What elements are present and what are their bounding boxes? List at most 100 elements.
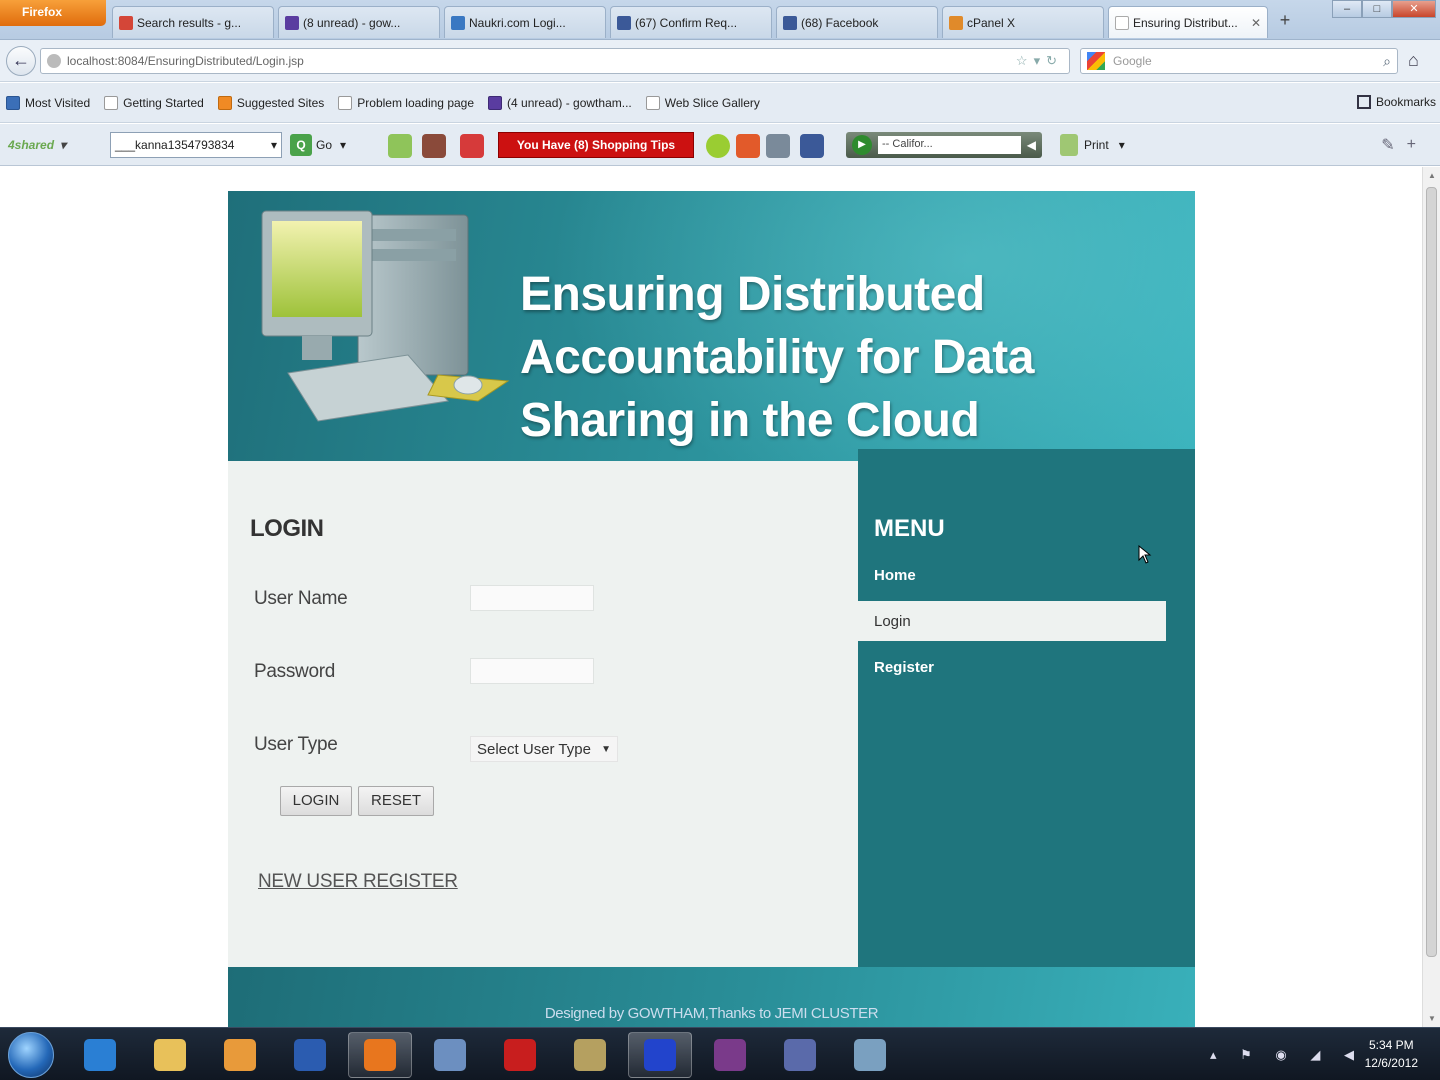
tab-mail[interactable]: (8 unread) - gow... xyxy=(278,6,440,38)
scroll-down-icon[interactable]: ▼ xyxy=(1423,1014,1440,1023)
bookmark-label: Most Visited xyxy=(25,95,91,110)
username-label: User Name xyxy=(254,588,348,609)
volume-icon[interactable]: ◀ xyxy=(1027,138,1036,152)
wrench-icon[interactable]: ✎ xyxy=(1381,135,1406,155)
bookmark-suggested-sites[interactable]: Suggested Sites xyxy=(217,95,324,110)
taskbar-app-word[interactable] xyxy=(278,1032,342,1078)
menu-heading: MENU xyxy=(874,515,945,542)
shopping-tips-button[interactable]: You Have (8) Shopping Tips xyxy=(498,132,694,158)
site-identity-icon[interactable] xyxy=(47,54,61,68)
bookmark-most-visited[interactable]: Most Visited xyxy=(6,95,91,110)
url-text[interactable]: localhost:8084/EnsuringDistributed/Login… xyxy=(67,54,1016,68)
menu-item-register[interactable]: Register xyxy=(858,647,1166,687)
minimize-button[interactable]: – xyxy=(1332,0,1362,18)
close-window-button[interactable]: ✕ xyxy=(1392,0,1436,18)
taskbar-app-tools[interactable] xyxy=(558,1032,622,1078)
bookmark-web-slice-gallery[interactable]: Web Slice Gallery xyxy=(645,95,760,110)
smiley-icon[interactable] xyxy=(706,134,730,158)
chevron-down-icon[interactable]: ▾ xyxy=(271,138,277,152)
clock[interactable]: 5:34 PM 12/6/2012 xyxy=(1365,1036,1418,1072)
vertical-scrollbar[interactable]: ▲ ▼ xyxy=(1422,167,1440,1027)
back-button[interactable]: ← xyxy=(6,46,36,76)
player-station[interactable]: -- Califor... xyxy=(878,136,1021,154)
tab-gmail[interactable]: Search results - g... xyxy=(112,6,274,38)
close-tab-icon[interactable]: ✕ xyxy=(1251,16,1261,30)
bottle-icon[interactable] xyxy=(388,134,412,158)
bookmark-problem-loading[interactable]: Problem loading page xyxy=(338,95,474,110)
username-input[interactable] xyxy=(470,585,594,611)
taskbar-app-internet-explorer[interactable] xyxy=(68,1032,132,1078)
avatar-icon[interactable] xyxy=(422,134,446,158)
toolbar-search-field[interactable]: ___kanna1354793834 ▾ xyxy=(110,132,282,158)
mouse-cursor-icon xyxy=(1138,545,1152,564)
toolbar-logo[interactable]: 4shared ▾ xyxy=(8,132,66,158)
youtube-icon[interactable] xyxy=(736,134,760,158)
facebook-icon[interactable] xyxy=(800,134,824,158)
taskbar-app-winrar[interactable] xyxy=(698,1032,762,1078)
chevron-down-icon[interactable]: ▾ xyxy=(60,138,66,152)
bookmarks-menu[interactable]: Bookmarks xyxy=(1356,95,1436,109)
firefox-menu-button[interactable]: Firefox xyxy=(0,0,106,26)
address-bar[interactable]: localhost:8084/EnsuringDistributed/Login… xyxy=(40,48,1070,74)
bookmark-label: Getting Started xyxy=(123,95,204,110)
taskbar-app-app-blue[interactable] xyxy=(628,1032,692,1078)
usertype-select[interactable]: Select User Type ▼ xyxy=(470,736,618,762)
bookmark-star-icon[interactable]: ☆▾↻ xyxy=(1016,53,1063,69)
menu-item-home[interactable]: Home xyxy=(858,555,1166,595)
taskbar-app-firefox[interactable] xyxy=(348,1032,412,1078)
usertype-select-value: Select User Type xyxy=(477,740,591,758)
radio-player[interactable]: ▶ -- Califor... ◀ xyxy=(846,132,1042,158)
app-blue-icon xyxy=(644,1039,676,1071)
tab-label: Search results - g... xyxy=(137,15,242,30)
taskbar-app-virtualbox[interactable] xyxy=(418,1032,482,1078)
play-icon[interactable]: ▶ xyxy=(852,135,872,155)
scroll-up-icon[interactable]: ▲ xyxy=(1423,171,1440,180)
page-icon xyxy=(338,95,353,110)
taskbar-app-media-player[interactable] xyxy=(208,1032,272,1078)
tray-icons[interactable]: ▴ ⚑ ◉ ◢ ◀ xyxy=(1210,1047,1364,1063)
bookmark-unread-mail[interactable]: (4 unread) - gowtham... xyxy=(488,95,632,110)
clock-date: 12/6/2012 xyxy=(1364,1056,1418,1070)
taskbar-app-file-explorer[interactable] xyxy=(138,1032,202,1078)
new-tab-button[interactable]: + xyxy=(1272,8,1298,34)
tab-naukri[interactable]: Naukri.com Logi... xyxy=(444,6,606,38)
print-button[interactable]: Print ▾ xyxy=(1060,132,1125,158)
tab-ensuring-distributed[interactable]: Ensuring Distribut... ✕ xyxy=(1108,6,1268,38)
add-icon[interactable]: + xyxy=(1407,136,1428,154)
bookmark-getting-started[interactable]: Getting Started xyxy=(104,95,204,110)
tab-cpanel[interactable]: cPanel X xyxy=(942,6,1104,38)
taskbar-app-eclipse[interactable] xyxy=(768,1032,832,1078)
start-button[interactable] xyxy=(8,1032,54,1078)
menu-item-login[interactable]: Login xyxy=(858,601,1166,641)
search-icon[interactable]: ⌕ xyxy=(1383,53,1391,70)
scrollbar-thumb[interactable] xyxy=(1426,187,1437,957)
taskbar-app-notes[interactable] xyxy=(838,1032,902,1078)
search-bar[interactable]: Google ⌕ xyxy=(1080,48,1398,74)
mail-icon xyxy=(285,15,299,30)
tab-facebook-confirm[interactable]: (67) Confirm Req... xyxy=(610,6,772,38)
chevron-down-icon[interactable]: ▾ xyxy=(340,138,346,152)
new-user-register-link[interactable]: NEW USER REGISTER xyxy=(258,871,458,893)
maximize-button[interactable]: □ xyxy=(1362,0,1392,18)
tab-label: (68) Facebook xyxy=(801,15,879,30)
winrar-icon xyxy=(714,1039,746,1071)
chevron-down-icon[interactable]: ▾ xyxy=(1119,138,1125,152)
search-input[interactable]: Google xyxy=(1113,54,1383,68)
printer-icon xyxy=(1060,134,1078,156)
clock-time: 5:34 PM xyxy=(1368,1038,1414,1052)
toolbar-go-button[interactable]: Q Go ▾ xyxy=(290,132,346,158)
reset-button[interactable]: RESET xyxy=(358,786,434,816)
taskbar-app-acrobat[interactable] xyxy=(488,1032,552,1078)
google-icon[interactable] xyxy=(1087,52,1105,70)
toolbar-logo-text: 4shared xyxy=(8,138,55,152)
toolbar-tools[interactable]: ✎ + xyxy=(1381,132,1428,158)
go-label: Go xyxy=(316,138,333,152)
addon-toolbar: 4shared ▾ ___kanna1354793834 ▾ Q Go ▾ Yo… xyxy=(0,124,1440,166)
calculator-icon[interactable] xyxy=(766,134,790,158)
home-icon[interactable]: ⌂ xyxy=(1408,50,1419,71)
login-panel: LOGIN User Name Password User Type Selec… xyxy=(228,461,858,967)
password-input[interactable] xyxy=(470,658,594,684)
tab-facebook[interactable]: (68) Facebook xyxy=(776,6,938,38)
login-button[interactable]: LOGIN xyxy=(280,786,352,816)
mail-badge-icon[interactable] xyxy=(460,134,484,158)
